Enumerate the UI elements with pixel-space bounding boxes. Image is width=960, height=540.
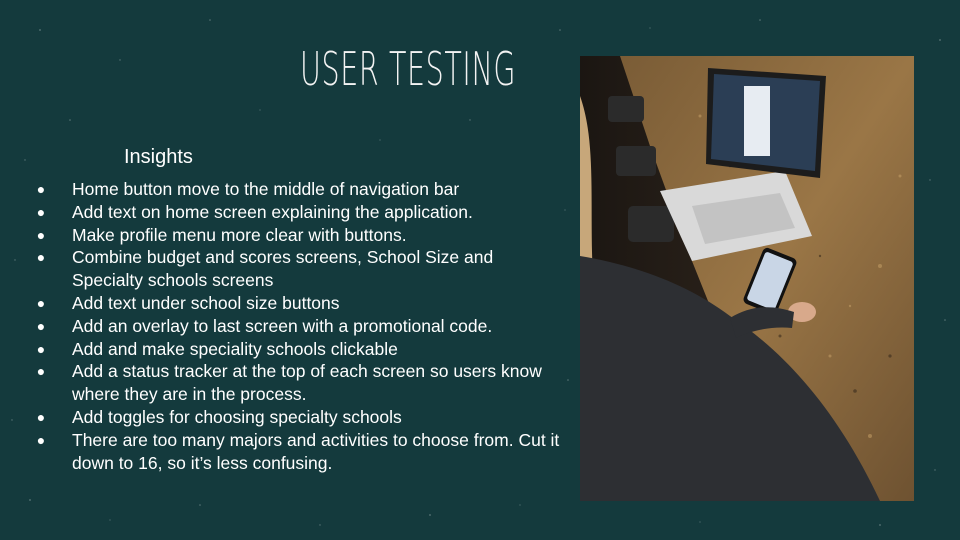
insights-list: ● Home button move to the middle of navig… (34, 178, 564, 474)
user-testing-photo (580, 56, 914, 501)
insight-text: Add and make speciality schools clickabl… (72, 338, 398, 359)
insight-text: There are too many majors and activities… (72, 429, 560, 473)
photo-illustration (580, 56, 914, 501)
bullet-icon: ● (36, 294, 46, 311)
insight-item: ● Add a status tracker at the top of each… (34, 360, 564, 406)
insight-item: ● Add toggles for choosing specialty scho… (34, 406, 564, 429)
bullet-icon: ● (36, 226, 46, 243)
insights-heading: Insights (124, 146, 193, 168)
insight-text: Add text on home screen explaining the a… (72, 201, 473, 222)
insight-text: Combine budget and scores screens, Schoo… (72, 247, 494, 291)
slide: USER TESTING Insights ● Home button move … (0, 0, 960, 540)
insight-item: ● Combine budget and scores screens, Scho… (34, 246, 564, 292)
insight-item: ● Add text on home screen explaining the … (34, 201, 564, 224)
insight-item: ● Make profile menu more clear with butto… (34, 224, 564, 247)
insight-item: ● Add and make speciality schools clickab… (34, 338, 564, 361)
insight-text: Add text under school size buttons (72, 292, 340, 313)
insight-item: ● Home button move to the middle of navig… (34, 178, 564, 201)
insight-text: Add an overlay to last screen with a pro… (72, 315, 493, 336)
insight-item: ● Add an overlay to last screen with a pr… (34, 315, 564, 338)
insight-item: ● There are too many majors and activitie… (34, 429, 564, 475)
bullet-icon: ● (36, 203, 46, 220)
insight-text: Home button move to the middle of naviga… (72, 179, 460, 199)
bullet-icon: ● (36, 340, 46, 357)
bullet-icon: ● (36, 363, 46, 380)
insight-text: Make profile menu more clear with button… (72, 224, 407, 245)
bullet-icon: ● (36, 408, 46, 425)
bullet-icon: ● (36, 181, 46, 197)
bullet-icon: ● (36, 249, 46, 266)
bullet-icon: ● (36, 317, 46, 334)
insight-item: ● Add text under school size buttons (34, 292, 564, 315)
bullet-icon: ● (36, 431, 46, 448)
insight-text: Add toggles for choosing specialty schoo… (72, 406, 402, 427)
insight-text: Add a status tracker at the top of each … (72, 361, 542, 405)
slide-title: USER TESTING (300, 42, 517, 96)
